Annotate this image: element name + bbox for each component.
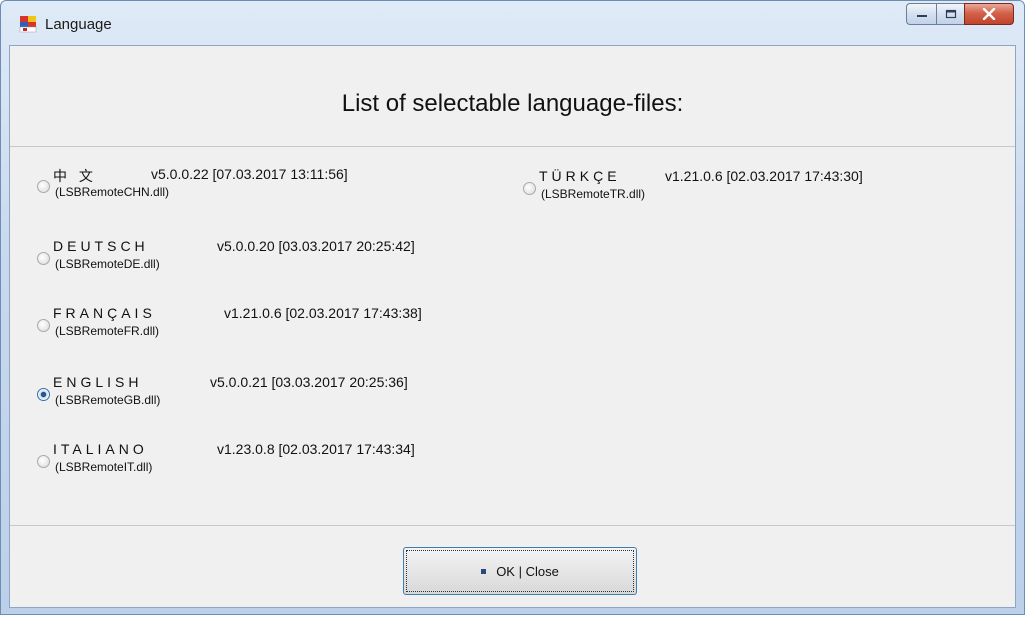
language-name: DEUTSCH <box>53 238 149 254</box>
radio-button[interactable] <box>37 319 50 332</box>
minimize-button[interactable] <box>906 3 936 25</box>
radio-button[interactable] <box>523 182 536 195</box>
app-flag-icon <box>19 15 37 33</box>
radio-button[interactable] <box>37 455 50 468</box>
language-version: v1.23.0.8 [02.03.2017 17:43:34] <box>217 441 415 457</box>
radio-button-selected[interactable] <box>37 388 50 401</box>
language-name: FRANÇAIS <box>53 305 156 321</box>
close-icon <box>982 8 996 20</box>
footer-area: OK | Close <box>10 525 1015 607</box>
ok-close-label: OK | Close <box>496 563 559 579</box>
language-file: (LSBRemoteDE.dll) <box>55 257 160 271</box>
minimize-icon <box>916 15 927 17</box>
language-name: 中 文 <box>53 168 97 184</box>
language-version: v5.0.0.22 [07.03.2017 13:11:56] <box>151 166 348 182</box>
language-version: v1.21.0.6 [02.03.2017 17:43:30] <box>665 168 863 184</box>
language-version: v5.0.0.21 [03.03.2017 20:25:36] <box>210 374 408 390</box>
caption-buttons <box>906 3 1014 29</box>
language-name: ENGLISH <box>53 374 143 390</box>
ok-close-button[interactable]: OK | Close <box>403 547 637 595</box>
language-file: (LSBRemoteIT.dll) <box>55 460 153 474</box>
close-button[interactable] <box>964 3 1014 25</box>
window-title: Language <box>45 16 112 33</box>
header-area: List of selectable language-files: <box>10 46 1015 147</box>
language-version: v1.21.0.6 [02.03.2017 17:43:38] <box>224 305 422 321</box>
language-name: ITALIANO <box>53 441 148 457</box>
maximize-icon <box>945 9 956 19</box>
bullet-icon <box>481 568 487 574</box>
language-file: (LSBRemoteGB.dll) <box>55 393 161 407</box>
language-file: (LSBRemoteFR.dll) <box>55 324 160 338</box>
language-file: (LSBRemoteCHN.dll) <box>55 185 170 199</box>
language-file: (LSBRemoteTR.dll) <box>541 187 646 201</box>
language-version: v5.0.0.20 [03.03.2017 20:25:42] <box>217 238 415 254</box>
radio-button[interactable] <box>37 180 50 193</box>
title-bar[interactable]: Language <box>1 1 1024 45</box>
page-title: List of selectable language-files: <box>341 90 684 117</box>
radio-button[interactable] <box>37 252 50 265</box>
maximize-button[interactable] <box>936 3 964 25</box>
language-name: TÜRKÇE <box>539 168 621 184</box>
dialog-client-area: List of selectable language-files: 中 文 v… <box>9 45 1016 608</box>
language-window: Language List of selectable language-fil… <box>0 0 1025 615</box>
